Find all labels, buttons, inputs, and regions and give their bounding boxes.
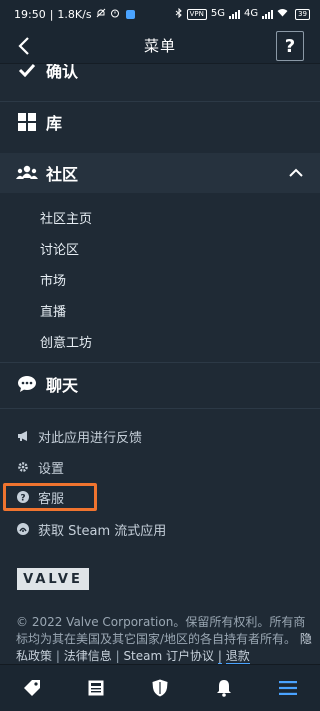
grid-icon [16, 111, 38, 133]
checkmark-icon [16, 64, 38, 81]
highlight-box [3, 483, 97, 511]
battery-indicator: 39 [295, 8, 310, 20]
submenu-item-community-home[interactable]: 社区主页 [40, 208, 92, 227]
refunds-link[interactable]: 退款 [225, 649, 250, 664]
status-time: 19:50 [14, 7, 46, 21]
notifications-icon [217, 680, 231, 697]
subscriber-agreement-link[interactable]: Steam 订户协议 [123, 649, 214, 663]
vpn-badge: VPN [186, 8, 207, 20]
chat-bubble-icon [16, 373, 38, 395]
footer-separator: | [115, 649, 120, 663]
footer-copyright: © 2022 Valve Corporation。保留所有权利。所有商标均为其在… [16, 615, 306, 646]
signal-label-4g: 4G [243, 8, 259, 19]
status-bar: 19:50 | 1.8K/s VPN 5G 4G 39 [0, 0, 320, 28]
menu-item-label: 聊天 [46, 376, 79, 395]
megaphone-icon [16, 429, 30, 443]
help-button[interactable]: ? [276, 31, 304, 61]
signal-bars-icon [228, 9, 240, 19]
wifi-icon [277, 8, 288, 20]
top-header: 菜单 ? [0, 28, 320, 64]
tab-guard[interactable] [140, 668, 180, 708]
shield-icon [152, 679, 168, 697]
submenu-item-discussions[interactable]: 讨论区 [40, 239, 79, 258]
status-separator: | [49, 7, 54, 21]
steam-link-icon [16, 522, 30, 536]
community-icon [16, 162, 38, 184]
menu-content: 确认 库 社区 社区主页 讨论区 市场 直播 创意工坊 聊天 对此应用进行反馈 … [0, 64, 320, 664]
signal-label-5g: 5G [210, 8, 225, 19]
status-right: VPN 5G 4G 39 [175, 7, 310, 21]
menu-item-steam-link[interactable]: 获取 Steam 流式应用 [0, 517, 320, 541]
app-notification-icon [125, 9, 135, 19]
back-button[interactable] [10, 32, 38, 60]
tab-notifications[interactable] [204, 668, 244, 708]
signal-bars-icon-2 [262, 9, 274, 19]
menu-item-label: 库 [46, 114, 63, 133]
news-icon [88, 680, 104, 696]
legal-link[interactable]: 法律信息 [64, 649, 112, 663]
store-tag-icon [24, 680, 40, 696]
menu-item-confirm[interactable]: 确认 [0, 64, 320, 90]
bluetooth-icon [175, 7, 183, 21]
bottom-tab-bar [0, 664, 320, 711]
status-network-speed: 1.8K/s [57, 7, 92, 21]
menu-item-community[interactable]: 社区 [0, 153, 320, 193]
menu-item-label: 对此应用进行反馈 [38, 430, 143, 446]
menu-item-label: 社区 [46, 165, 79, 184]
tab-store[interactable] [12, 668, 52, 708]
status-left: 19:50 | 1.8K/s [14, 8, 135, 21]
valve-logo: VALVE [17, 568, 89, 590]
alarm-icon [110, 8, 120, 21]
tab-news[interactable] [76, 668, 116, 708]
chevron-up-icon[interactable] [288, 165, 304, 181]
mute-icon [96, 8, 106, 21]
menu-item-label: 设置 [38, 461, 65, 477]
gear-icon [16, 460, 30, 474]
submenu-item-market[interactable]: 市场 [40, 270, 66, 289]
divider [0, 362, 320, 363]
menu-item-chat[interactable]: 聊天 [0, 364, 320, 404]
chevron-left-icon [18, 37, 29, 55]
divider [0, 408, 320, 409]
page-title: 菜单 [143, 37, 176, 55]
submenu-item-broadcasts[interactable]: 直播 [40, 301, 66, 320]
footer-legal-text: © 2022 Valve Corporation。保留所有权利。所有商标均为其在… [16, 614, 312, 664]
menu-item-label: 获取 Steam 流式应用 [38, 523, 167, 539]
footer-separator: | [55, 649, 60, 663]
menu-item-label: 确认 [46, 64, 79, 81]
menu-item-library[interactable]: 库 [0, 102, 320, 142]
menu-icon [279, 681, 297, 695]
submenu-item-workshop[interactable]: 创意工坊 [40, 332, 92, 351]
menu-item-feedback[interactable]: 对此应用进行反馈 [0, 424, 320, 448]
menu-item-settings[interactable]: 设置 [0, 455, 320, 479]
tab-menu[interactable] [268, 668, 308, 708]
footer-separator: | [217, 649, 222, 664]
